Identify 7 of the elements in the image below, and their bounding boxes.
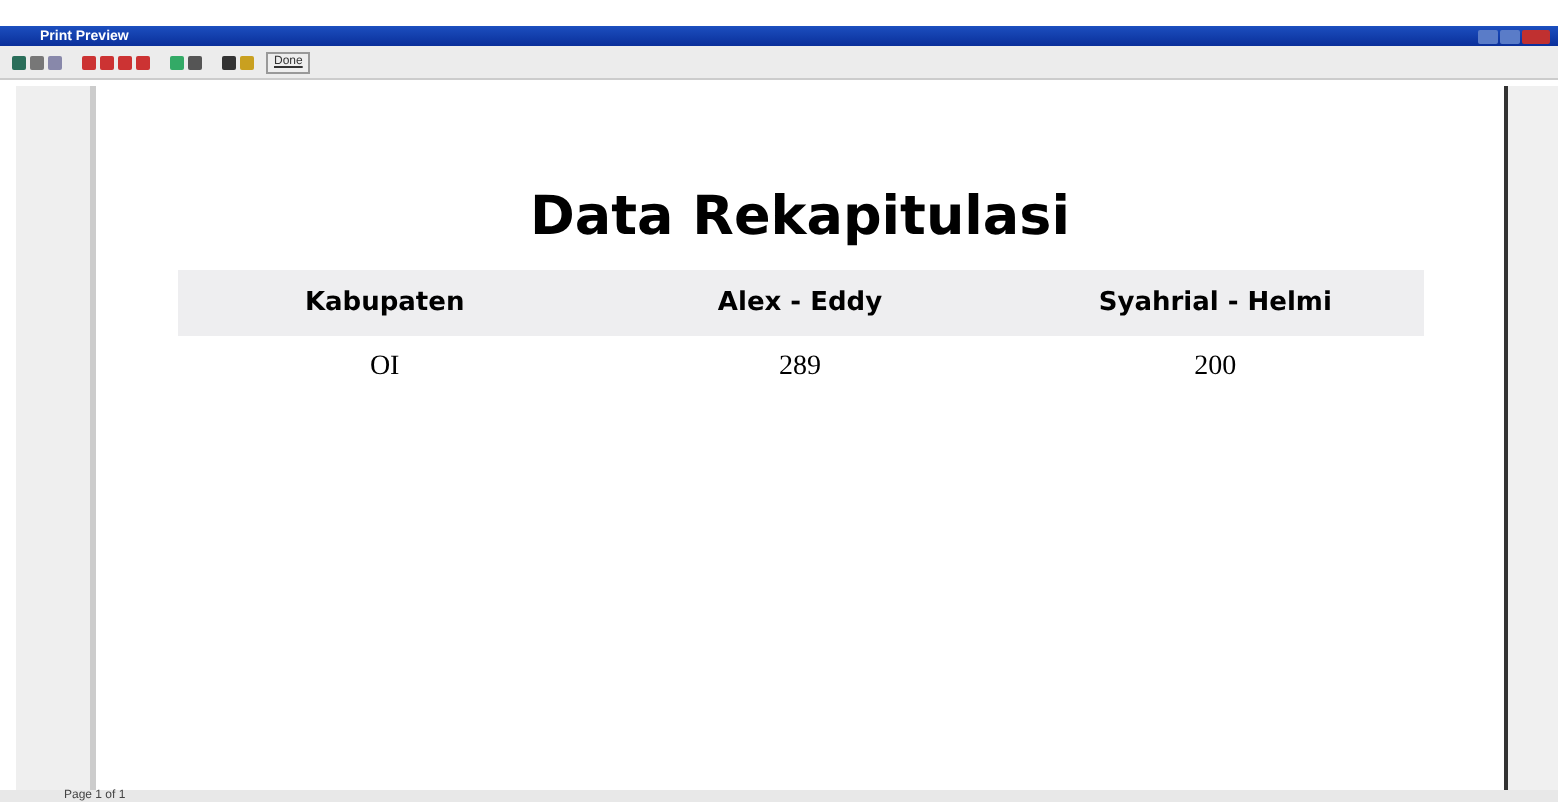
table-cell-text: OI (367, 352, 402, 384)
column-header: Alex - Eddy (715, 288, 885, 318)
table-cell-text: 289 (776, 352, 823, 384)
report-title: Data Rekapitulasi (530, 186, 1070, 248)
table-cell-text: 200 (1192, 352, 1239, 384)
column-header: Kabupaten (302, 288, 467, 318)
column-header: Syahrial - Helmi (1096, 288, 1334, 318)
